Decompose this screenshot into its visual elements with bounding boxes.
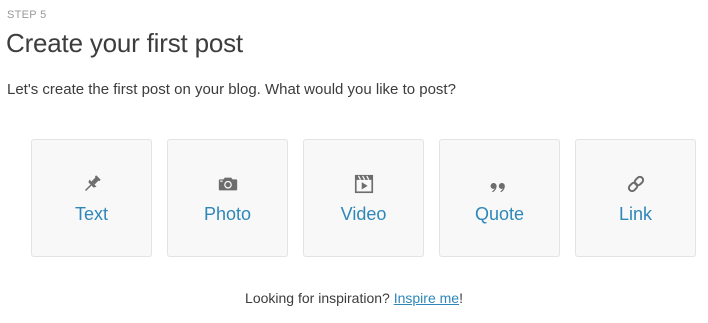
post-type-video-button[interactable]: Video (303, 139, 424, 257)
page-title: Create your first post (6, 28, 243, 58)
clapperboard-icon (353, 173, 375, 195)
camera-icon (217, 173, 239, 195)
post-type-label: Quote (474, 204, 525, 224)
post-type-label: Link (618, 204, 653, 224)
inspire-me-link[interactable]: Inspire me (394, 290, 459, 306)
inspiration-prompt: Looking for inspiration? Inspire me! (0, 290, 708, 306)
inspiration-text: Looking for inspiration? (245, 290, 394, 306)
post-type-options: Text Photo Video Quote Link (31, 139, 696, 257)
post-type-photo-button[interactable]: Photo (167, 139, 288, 257)
post-type-label: Video (340, 204, 387, 224)
post-type-text-button[interactable]: Text (31, 139, 152, 257)
post-type-label: Text (74, 204, 108, 224)
step-label: STEP 5 (7, 9, 47, 21)
pushpin-icon (81, 173, 103, 195)
inspiration-suffix: ! (459, 290, 463, 306)
post-type-link-button[interactable]: Link (575, 139, 696, 257)
intro-text: Let's create the first post on your blog… (7, 81, 456, 98)
post-type-label: Photo (203, 204, 252, 224)
chain-link-icon (625, 173, 647, 195)
post-type-quote-button[interactable]: Quote (439, 139, 560, 257)
quote-icon (489, 173, 511, 195)
